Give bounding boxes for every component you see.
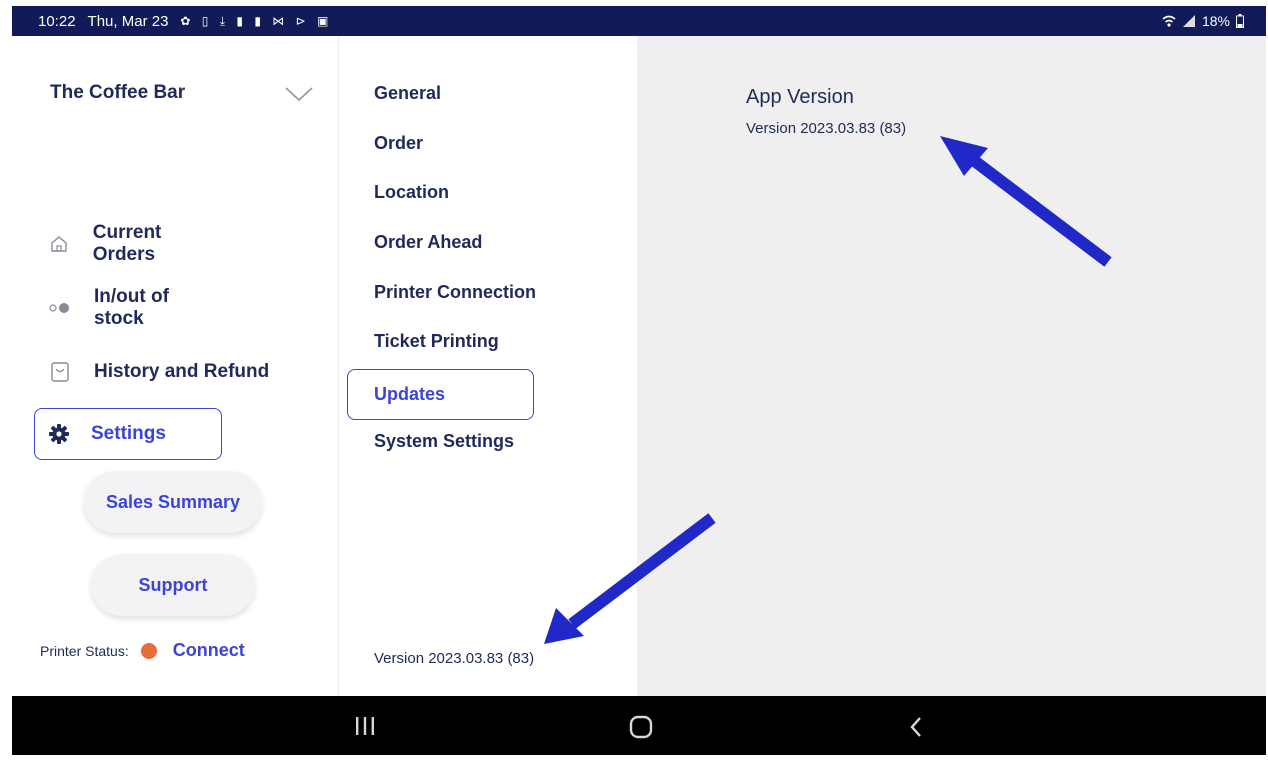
toggle-icon [48,296,72,320]
printer-status-dot [140,642,157,659]
signal-icon [1182,15,1195,27]
footer-version: Version 2023.03.83 (83) [374,650,535,667]
chevron-down-icon[interactable] [284,84,314,104]
printer-status-label: Printer Status: [40,642,129,659]
bag-icon [48,360,72,384]
tablet-screen: 10:22 Thu, Mar 23 ✿ ▯ ⤓ ▮ ▮ ⋈ ⊳ ▣ 18% Th… [12,6,1266,755]
nav-item-settings[interactable]: Settings [34,408,222,460]
menu-item-updates[interactable]: Updates [347,369,534,420]
sales-summary-button[interactable]: Sales Summary [84,471,262,533]
menu-item-order[interactable]: Order [374,133,423,154]
home-icon [48,232,71,256]
menu-item-printer-connection[interactable]: Printer Connection [374,282,536,303]
gear-icon [47,422,71,446]
recents-icon[interactable] [354,716,376,736]
menu-item-ticket-printing[interactable]: Ticket Printing [374,331,499,352]
home-button-icon[interactable] [629,715,653,739]
nav-item-history-refund[interactable]: History and Refund [34,346,314,398]
nav-item-current-orders[interactable]: Current Orders [34,218,222,270]
nav-item-stock[interactable]: In/out of stock [34,282,222,334]
menu-item-general[interactable]: General [374,83,441,104]
wifi-icon [1162,15,1176,27]
back-icon[interactable] [908,716,924,738]
status-date: Thu, Mar 23 [87,12,169,30]
nav-label: History and Refund [94,361,270,382]
nav-label: Current Orders [92,222,162,265]
status-time: 10:22 [38,12,76,30]
system-nav-bar [12,696,1266,755]
menu-item-location[interactable]: Location [374,182,449,203]
menu-item-system-settings[interactable]: System Settings [374,431,514,452]
left-navigation: The Coffee Bar Current Orders In/out of … [12,36,338,696]
store-name[interactable]: The Coffee Bar [50,82,185,104]
nav-label: In/out of stock [94,286,169,329]
menu-item-order-ahead[interactable]: Order Ahead [374,232,482,253]
notification-icons: ✿ ▯ ⤓ ▮ ▮ ⋈ ⊳ ▣ [180,13,333,28]
status-bar: 10:22 Thu, Mar 23 ✿ ▯ ⤓ ▮ ▮ ⋈ ⊳ ▣ 18% [12,6,1266,36]
battery-icon [1236,14,1244,28]
nav-label: Settings [91,423,166,444]
support-button[interactable]: Support [91,554,255,616]
detail-pane: App Version Version 2023.03.83 (83) [637,36,1266,696]
connect-link[interactable]: Connect [173,640,245,661]
app-version-value: Version 2023.03.83 (83) [746,120,907,137]
status-right: 18% [1162,6,1244,36]
battery-percent: 18% [1201,13,1230,29]
printer-status: Printer Status: Connect [40,640,245,661]
app-version-title: App Version [746,86,854,108]
settings-menu: General Order Location Order Ahead Print… [339,36,637,696]
